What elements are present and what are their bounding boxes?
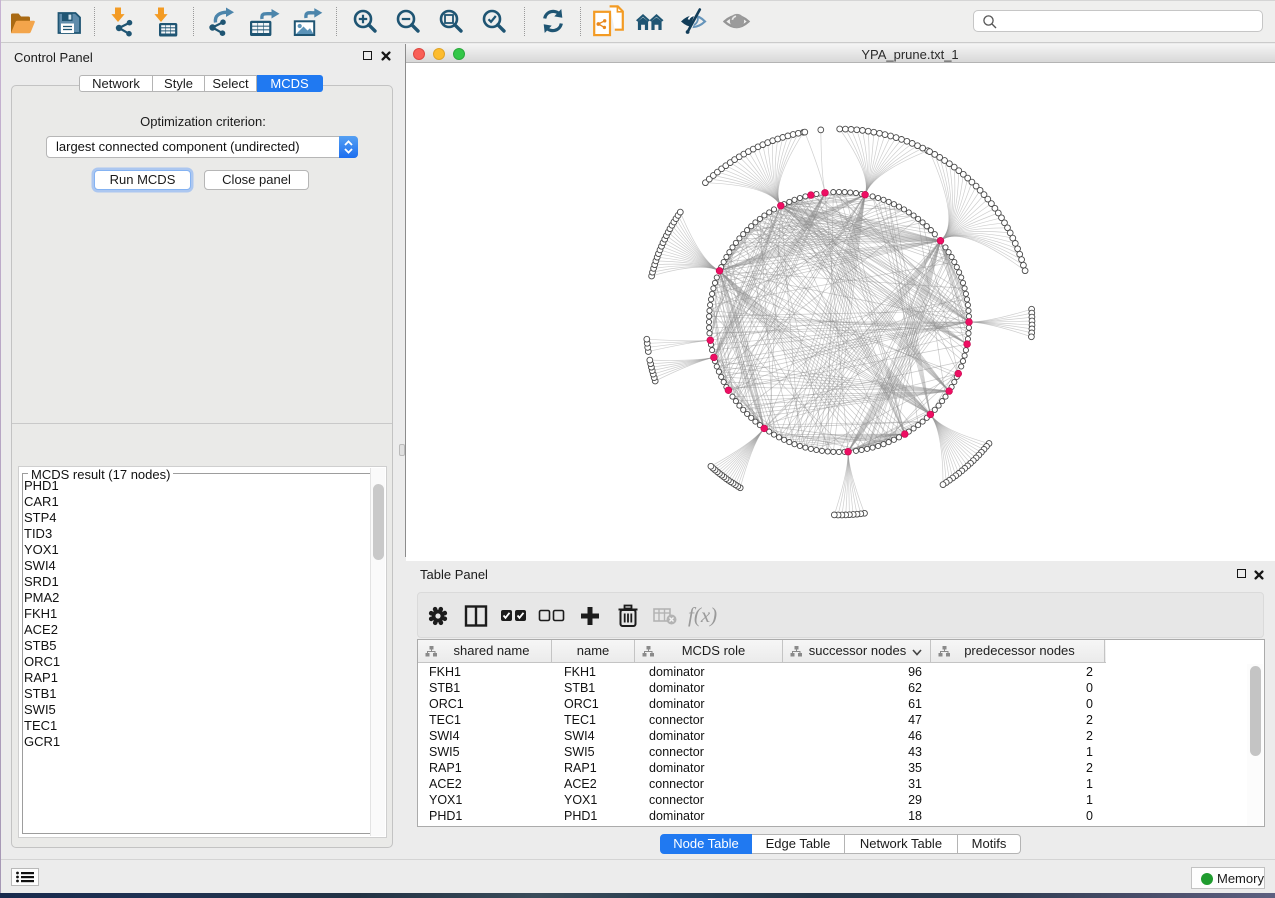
- svg-text:f(x): f(x): [688, 603, 717, 627]
